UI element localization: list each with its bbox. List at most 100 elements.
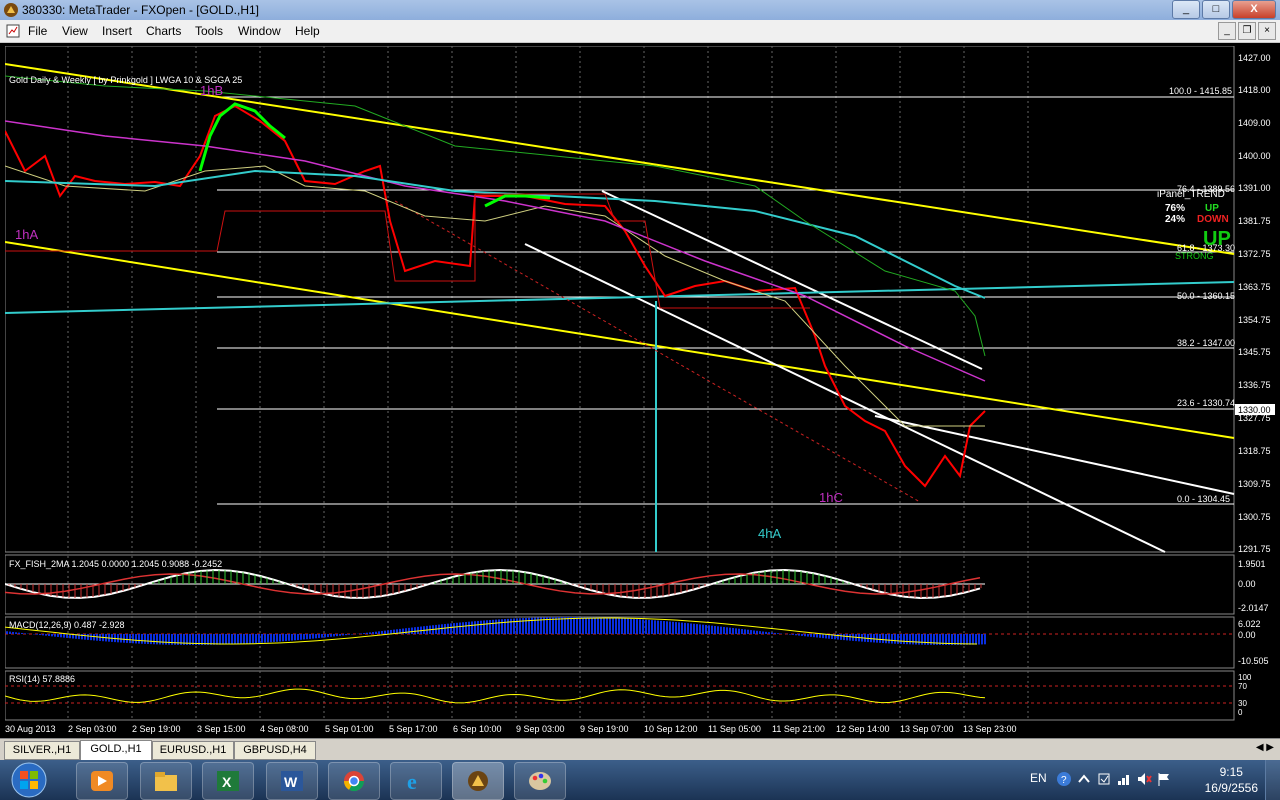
fish-axis-tick: 1.9501 [1238,559,1266,569]
network-icon[interactable] [1116,771,1132,787]
macd-indicator-label: MACD(12,26,9) 0.487 -2.928 [9,620,125,630]
trend-line-upper [601,190,983,370]
main-price-plot [5,63,1235,553]
language-indicator[interactable]: EN [1030,771,1047,785]
media-player-icon [91,771,113,791]
price-tick: 1336.75 [1238,380,1271,390]
rsi-axis-tick: 100 [1238,673,1252,682]
ma-green [5,75,986,357]
svg-text:?: ? [1061,775,1067,786]
chart-minimize-button[interactable]: _ [1218,22,1236,40]
show-desktop-button[interactable] [1265,760,1280,800]
ma-fast [5,165,985,427]
current-price-label: 1330.00 [1238,405,1271,415]
trend-line-short [874,415,1235,495]
macd-axis-tick: 0.00 [1238,630,1256,640]
time-tick: 12 Sep 14:00 [836,724,890,734]
price-chart[interactable]: 1427.00 1418.00 1409.00 1400.00 1391.00 … [5,46,1280,734]
fish-axis-tick: 0.00 [1238,579,1256,589]
taskbar-word[interactable]: W [266,762,318,800]
dashed-red-line [394,200,921,503]
price-line [5,104,986,488]
chart-canvas[interactable]: 1427.00 1418.00 1409.00 1400.00 1391.00 … [5,46,1280,734]
close-button[interactable]: X [1232,0,1276,19]
taskbar-internet-explorer[interactable]: e [390,762,442,800]
taskbar-chrome[interactable] [328,762,380,800]
tab-eurusd-h1[interactable]: EURUSD.,H1 [152,741,234,760]
tab-gold-h1[interactable]: GOLD.,H1 [80,740,152,761]
menu-window[interactable]: Window [238,24,281,38]
price-tick: 1300.75 [1238,512,1271,522]
windows-start-icon[interactable] [4,761,54,799]
svg-text:e: e [407,769,417,793]
flag-icon[interactable] [1156,771,1172,787]
ipanel-strength: STRONG [1175,251,1214,261]
macd-axis-tick: 6.022 [1238,619,1261,629]
price-tick: 1291.75 [1238,544,1271,554]
wave-label-1hb: 1hB [200,83,223,98]
tab-silver-h1[interactable]: SILVER.,H1 [4,741,80,760]
rsi-axis-tick: 0 [1238,708,1243,717]
fish-axis-tick: -2.0147 [1238,603,1269,613]
time-tick: 6 Sep 10:00 [453,724,502,734]
fib-level-label: 100.0 - 1415.85 [1169,86,1232,96]
time-tick: 13 Sep 07:00 [900,724,954,734]
ipanel-title: iPanel_TREND [1157,189,1225,200]
help-icon[interactable]: ? [1056,771,1072,787]
metatrader-app-icon [4,3,18,17]
price-tick: 1318.75 [1238,446,1271,456]
window-title: 380330: MetaTrader - FXOpen - [GOLD.,H1] [22,3,259,17]
bull-segment [198,102,286,172]
time-tick: 2 Sep 19:00 [132,724,181,734]
time-tick: 2 Sep 03:00 [68,724,117,734]
wave-label-1hc: 1hC [819,490,843,505]
taskbar-excel[interactable]: X [202,762,254,800]
chart-restore-button[interactable]: ❐ [1238,22,1256,40]
menu-view[interactable]: View [62,24,88,38]
taskbar-paint[interactable] [514,762,566,800]
tab-scroll-arrows[interactable]: ◀ ▶ [1256,742,1274,753]
menu-bar: File View Insert Charts Tools Window Hel… [0,20,1280,43]
time-tick: 5 Sep 17:00 [389,724,438,734]
internet-explorer-icon: e [407,769,417,793]
fib-level-label: 50.0 - 1360.15 [1177,291,1235,301]
clock-date: 16/9/2556 [1204,781,1258,795]
time-tick: 3 Sep 15:00 [197,724,246,734]
excel-icon: X [217,771,239,791]
volume-muted-icon[interactable] [1136,771,1152,787]
price-tick: 1372.75 [1238,249,1271,259]
minimize-button[interactable]: _ [1172,0,1200,19]
chevron-up-icon[interactable] [1076,771,1092,787]
action-center-icon[interactable] [1096,771,1112,787]
menu-tools[interactable]: Tools [195,24,223,38]
price-tick: 1409.00 [1238,118,1271,128]
chart-document-icon[interactable] [6,24,20,38]
ipanel-up-pct: 76% [1165,203,1185,214]
tab-gbpusd-h4[interactable]: GBPUSD,H4 [234,741,316,760]
clock-time: 9:15 [1219,765,1243,779]
trend-line-lower [524,243,1166,553]
menu-help[interactable]: Help [295,24,320,38]
time-tick: 4 Sep 08:00 [260,724,309,734]
taskbar-explorer[interactable] [140,762,192,800]
time-tick: 11 Sep 21:00 [772,724,825,734]
rsi-indicator-label: RSI(14) 57.8886 [9,674,75,684]
time-tick: 10 Sep 12:00 [644,724,698,734]
taskbar-clock[interactable]: 9:15 16/9/2556 [1205,764,1258,796]
windows-taskbar: X W e EN ? 9:15 16/9/2556 [0,760,1280,800]
svg-text:X: X [222,774,232,790]
time-tick: 9 Sep 19:00 [580,724,629,734]
ipanel-down-label: DOWN [1197,214,1229,225]
menu-charts[interactable]: Charts [146,24,181,38]
menu-insert[interactable]: Insert [102,24,132,38]
time-tick: 13 Sep 23:00 [963,724,1017,734]
chrome-icon [343,771,365,792]
menu-file[interactable]: File [28,24,47,38]
chart-close-button[interactable]: × [1258,22,1276,40]
maximize-button[interactable]: □ [1202,0,1230,19]
rsi-line [5,688,986,704]
taskbar-media-player[interactable] [76,762,128,800]
taskbar-metatrader[interactable] [452,762,504,800]
price-tick: 1381.75 [1238,216,1271,226]
svg-text:W: W [284,774,298,790]
